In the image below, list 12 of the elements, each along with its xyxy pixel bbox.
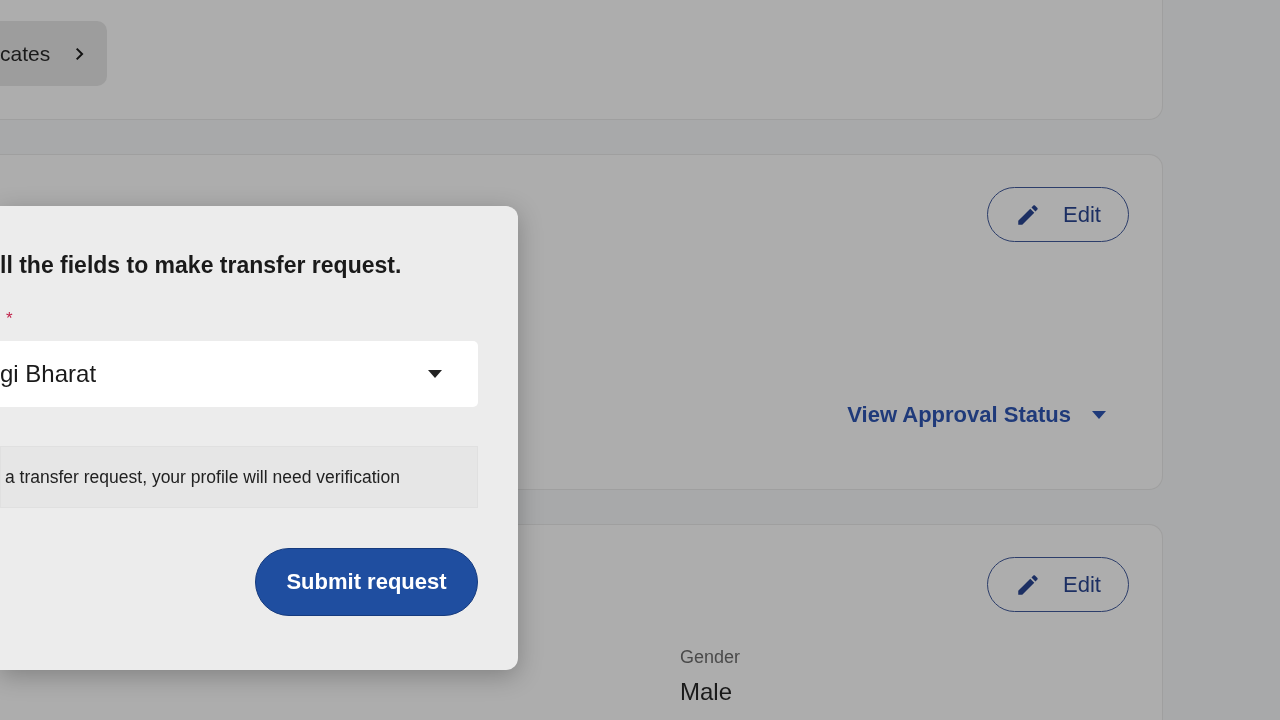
- notice-text: a transfer request, your profile will need verification: [5, 466, 400, 488]
- select-field[interactable]: gi Bharat: [0, 341, 478, 407]
- approval-status-toggle[interactable]: View Approval Status: [847, 402, 1107, 428]
- field-value: Male: [680, 678, 734, 706]
- submit-button[interactable]: Submit request: [255, 548, 478, 616]
- chevron-right-icon: [74, 45, 85, 62]
- dialog-instruction: ll the fields to make transfer request.: [0, 252, 403, 279]
- certificates-button[interactable]: cates: [0, 21, 107, 86]
- field-label: Gender: [680, 647, 741, 668]
- caret-icon: [1091, 410, 1107, 420]
- required-mark: *: [6, 309, 13, 329]
- dropdown-caret-icon: [427, 369, 443, 379]
